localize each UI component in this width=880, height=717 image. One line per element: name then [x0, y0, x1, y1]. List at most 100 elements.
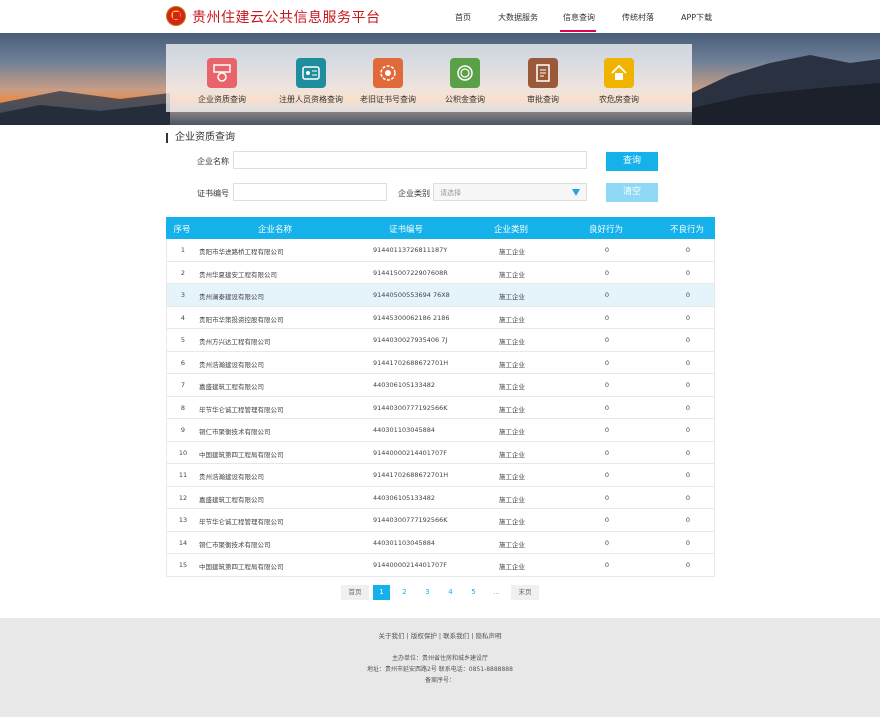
nav-active-indicator — [560, 30, 596, 32]
page-1-button[interactable]: 1 — [373, 585, 390, 600]
cell-bad-behavior: 0 — [685, 268, 691, 277]
table-row[interactable]: 3 贵州澜泰建设有限公司 91440500553694 76X8 施工企业 0 0 — [166, 284, 715, 307]
cell-index: 1 — [180, 246, 186, 254]
cell-good-behavior: 0 — [604, 381, 610, 389]
cert-no-label: 证书编号 — [197, 189, 229, 198]
table-row[interactable]: 8 毕节华仑诚工程管理有限公司 91440300777192566K 施工企业 0 0 — [166, 396, 715, 419]
cell-company: 贵州浩瀚建设有限公司 — [199, 360, 264, 369]
table-row[interactable]: 9 铜仁市聚衡技术有限公司 440301103045884 施工企业 0 0 — [166, 419, 715, 442]
cell-cert-no: 91440113726811187Y — [373, 246, 448, 254]
col-header-good-behavior: 良好行为 — [588, 225, 624, 235]
category-select-value: 请选择 — [440, 189, 461, 197]
cell-index: 14 — [178, 538, 188, 547]
category-select[interactable]: 请选择 — [433, 183, 587, 201]
cell-good-behavior: 0 — [604, 291, 610, 299]
cell-bad-behavior: 0 — [685, 471, 691, 479]
cell-cert-no: 440301103045884 — [373, 538, 436, 547]
quick-link-company-qualification[interactable]: 企业资质查询 — [186, 58, 258, 105]
cell-good-behavior: 0 — [604, 358, 610, 367]
quick-link-label: 老旧证书号查询 — [360, 95, 416, 104]
page-2-button[interactable]: 2 — [396, 585, 413, 600]
query-button[interactable]: 查询 — [606, 152, 658, 171]
col-header-company: 企业名称 — [257, 225, 293, 235]
footer-link-copyright[interactable]: 版权保护 — [411, 632, 437, 640]
page-4-button[interactable]: 4 — [442, 585, 459, 600]
quick-link-label: 农危房查询 — [599, 95, 639, 104]
cell-company: 中国建筑第四工程局有限公司 — [199, 450, 284, 459]
cert-no-input[interactable] — [233, 183, 387, 201]
cell-category: 施工企业 — [499, 563, 525, 571]
site-title[interactable]: 贵州住建云公共信息服务平台 — [192, 7, 381, 27]
nav-big-data[interactable]: 大数据服务 — [498, 12, 538, 23]
table-row[interactable]: 15 中国建筑第四工程局有限公司 91440000214401707F 施工企业 0 0 — [166, 554, 715, 577]
nav-traditional-village[interactable]: 传统村落 — [622, 12, 654, 23]
cell-index: 9 — [180, 426, 186, 434]
cell-category: 施工企业 — [499, 315, 525, 324]
table-row[interactable]: 14 铜仁市聚衡技术有限公司 440301103045884 施工企业 0 0 — [166, 531, 715, 554]
col-header-cert-no: 证书编号 — [388, 225, 424, 235]
nav-app-download[interactable]: APP下载 — [681, 12, 712, 23]
document-stamp-icon — [528, 58, 558, 88]
table-row[interactable]: 4 贵阳市华策投资控股有限公司 91445300062186 2186 施工企业 0 0 — [166, 306, 715, 329]
page-5-button[interactable]: 5 — [465, 585, 482, 600]
last-page-button[interactable]: 末页 — [511, 585, 539, 600]
cell-category: 施工企业 — [499, 495, 525, 504]
nav-info-query[interactable]: 信息查询 — [563, 12, 595, 23]
cell-company: 嘉盛建筑工程有限公司 — [199, 495, 264, 504]
cell-cert-no: 440306105133482 — [373, 381, 436, 389]
cell-index: 15 — [178, 561, 188, 569]
cell-bad-behavior: 0 — [685, 493, 691, 502]
table-row[interactable]: 5 贵州方兴达工程有限公司 9144030027935406 7J 施工企业 0 0 — [166, 329, 715, 352]
nav-home[interactable]: 首页 — [455, 12, 471, 23]
cell-company: 铜仁市聚衡技术有限公司 — [199, 540, 271, 549]
cell-good-behavior: 0 — [604, 471, 610, 479]
table-row[interactable]: 1 贵阳市华进路桥工程有限公司 91440113726811187Y 施工企业 0 0 — [166, 239, 715, 262]
cell-cert-no: 91440000214401707F — [373, 561, 448, 569]
cell-category: 施工企业 — [499, 405, 525, 414]
quick-link-housing-fund[interactable]: 公积金查询 — [429, 58, 501, 105]
building-certificate-icon — [207, 58, 237, 88]
table-row[interactable]: 12 嘉盛建筑工程有限公司 440306105133482 施工企业 0 0 — [166, 486, 715, 509]
page-3-button[interactable]: 3 — [419, 585, 436, 600]
cell-bad-behavior: 0 — [685, 291, 691, 299]
table-body: 1 贵阳市华进路桥工程有限公司 91440113726811187Y 施工企业 0 0 2 贵… — [166, 239, 715, 577]
company-name-label: 企业名称 — [197, 157, 229, 166]
cell-cert-no: 91440300777192566K — [373, 403, 448, 412]
quick-link-old-certificate[interactable]: 老旧证书号查询 — [352, 58, 424, 105]
cell-company: 贵州方兴达工程有限公司 — [199, 338, 271, 346]
table-row[interactable]: 11 贵州浩瀚建设有限公司 91441702688672701H 施工企业 0 0 — [166, 464, 715, 487]
cell-category: 施工企业 — [499, 293, 525, 301]
cell-category: 施工企业 — [499, 383, 525, 391]
id-card-icon — [296, 58, 326, 88]
quick-link-label: 注册人员资格查询 — [279, 95, 343, 104]
cell-cert-no: 91440300777192566K — [373, 516, 448, 524]
site-footer: 关于我们 | 版权保护 | 联系我们 | 隐私声明 主办单位：贵州省住房和城乡建… — [0, 618, 880, 717]
first-page-button[interactable]: 首页 — [341, 585, 369, 600]
house-icon — [604, 58, 634, 88]
footer-link-contact[interactable]: 联系我们 — [443, 632, 469, 640]
page-ellipsis: ... — [493, 588, 500, 596]
cell-bad-behavior: 0 — [685, 426, 691, 434]
cell-bad-behavior: 0 — [685, 246, 691, 254]
cell-good-behavior: 0 — [604, 448, 610, 457]
footer-link-privacy[interactable]: 隐私声明 — [476, 632, 502, 640]
quick-link-registered-personnel[interactable]: 注册人员资格查询 — [275, 58, 347, 105]
quick-link-label: 审批查询 — [527, 95, 559, 104]
clear-button[interactable]: 清空 — [606, 183, 658, 202]
table-row[interactable]: 6 贵州浩瀚建设有限公司 91441702688672701H 施工企业 0 0 — [166, 351, 715, 374]
table-row[interactable]: 2 贵州华夏建安工程有限公司 91441500722907608R 施工企业 0 0 — [166, 261, 715, 284]
coin-icon — [450, 58, 480, 88]
cell-index: 6 — [180, 358, 186, 367]
table-row[interactable]: 7 嘉盛建筑工程有限公司 440306105133482 施工企业 0 0 — [166, 374, 715, 397]
table-row[interactable]: 10 中国建筑第四工程局有限公司 91440000214401707F 施工企业 0 0 — [166, 441, 715, 464]
cell-company: 嘉盛建筑工程有限公司 — [199, 383, 264, 391]
table-row[interactable]: 13 毕节华仑诚工程管理有限公司 91440300777192566K 施工企业 0 0 — [166, 509, 715, 532]
cell-index: 13 — [178, 516, 188, 524]
cell-index: 5 — [180, 336, 186, 344]
quick-link-rural-dangerous-house[interactable]: 农危房查询 — [583, 58, 655, 105]
cell-bad-behavior: 0 — [685, 381, 691, 389]
footer-link-about[interactable]: 关于我们 — [378, 632, 404, 640]
cell-company: 贵阳市华进路桥工程有限公司 — [199, 248, 284, 256]
quick-link-approval[interactable]: 审批查询 — [507, 58, 579, 105]
company-name-input[interactable] — [233, 151, 587, 169]
